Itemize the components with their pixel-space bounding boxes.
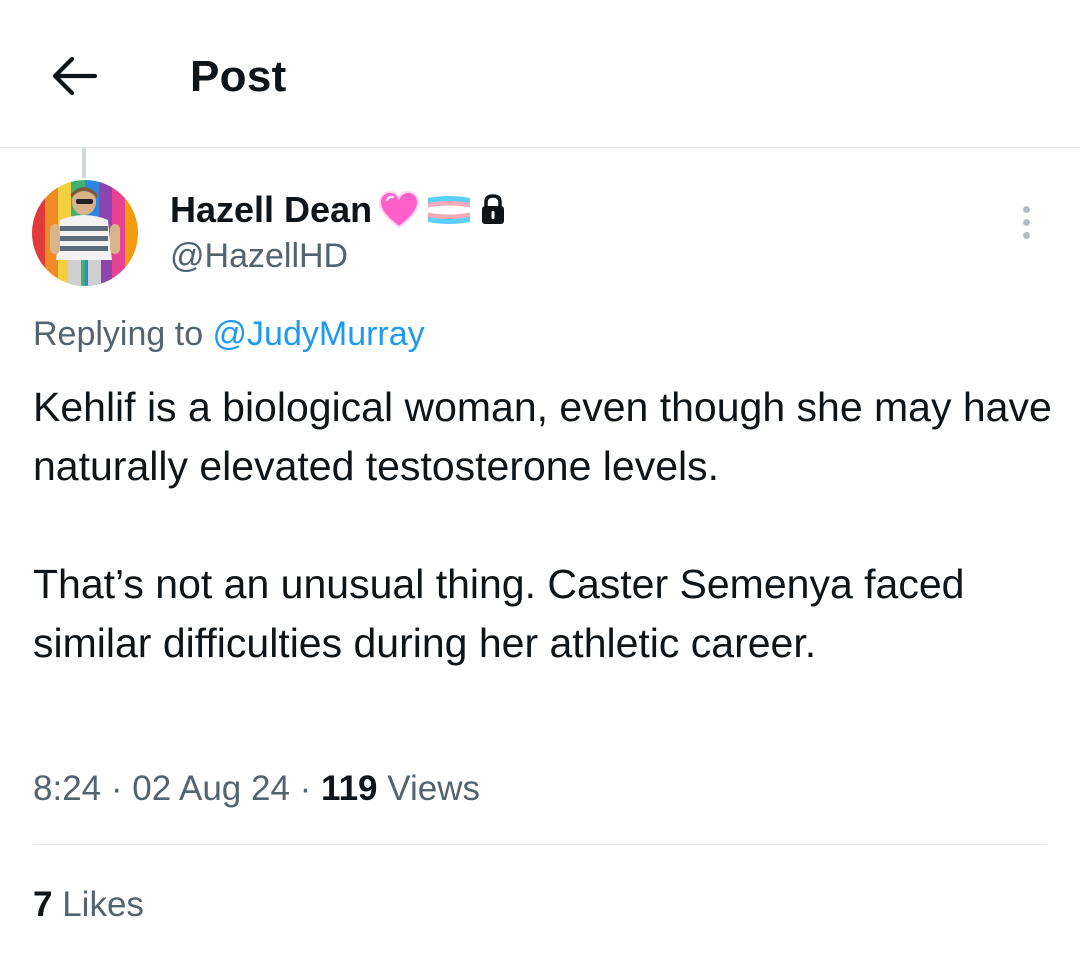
back-button[interactable] — [42, 46, 106, 106]
tweet-date[interactable]: 02 Aug 24 — [132, 769, 290, 808]
views-label[interactable]: Views — [387, 769, 480, 808]
author-handle[interactable]: @HazellHD — [170, 234, 348, 278]
pink-heart-icon — [379, 191, 420, 229]
more-dots-icon — [1022, 205, 1030, 213]
likes-link[interactable]: 7 Likes — [33, 882, 144, 928]
post-page: Post Hazell Dean @HazellHD Replying to @… — [0, 0, 1080, 958]
avatar[interactable] — [32, 180, 138, 286]
tweet-meta: 8:24 · 02 Aug 24 · 119 Views — [33, 766, 480, 812]
reply-mention-link[interactable]: @JudyMurray — [213, 315, 425, 353]
more-dots-icon — [1022, 231, 1030, 239]
tweet-paragraph: That’s not an unusual thing. Caster Seme… — [33, 561, 965, 666]
divider — [33, 844, 1047, 845]
display-name[interactable]: Hazell Dean — [170, 186, 372, 234]
author-name-row: Hazell Dean — [170, 186, 508, 234]
tweet-paragraph: Kehlif is a biological woman, even thoug… — [33, 384, 1052, 489]
replying-to: Replying to @JudyMurray — [33, 312, 425, 356]
thread-connector — [82, 148, 86, 178]
meta-separator: · — [110, 769, 123, 808]
page-title: Post — [190, 52, 287, 101]
replying-to-label: Replying to — [33, 315, 213, 353]
more-dots-icon — [1022, 218, 1030, 226]
likes-label: Likes — [62, 885, 144, 924]
top-bar: Post — [0, 0, 1080, 148]
arrow-left-icon — [52, 56, 97, 96]
avatar-image — [32, 180, 138, 286]
more-options-button[interactable] — [1006, 200, 1046, 244]
views-count[interactable]: 119 — [321, 769, 377, 808]
transgender-flag-icon — [428, 196, 471, 224]
likes-count: 7 — [33, 885, 53, 924]
meta-separator: · — [299, 769, 312, 808]
tweet-text: Kehlif is a biological woman, even thoug… — [33, 378, 1053, 673]
lock-icon — [482, 194, 505, 224]
tweet-time[interactable]: 8:24 — [33, 769, 101, 808]
